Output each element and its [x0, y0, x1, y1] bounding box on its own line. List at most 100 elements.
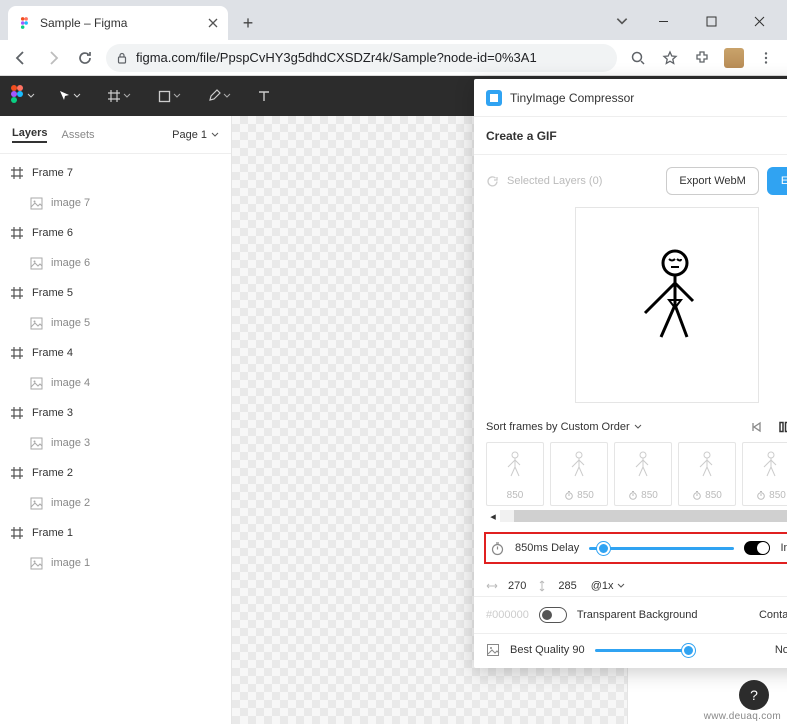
contain-images-dropdown[interactable]: Contain Images: [759, 609, 787, 621]
timer-icon: [628, 490, 638, 500]
transparent-bg-label: Transparent Background: [577, 609, 698, 621]
layers-tab[interactable]: Layers: [12, 127, 47, 143]
height-icon: [536, 580, 548, 592]
shape-tool-button[interactable]: [144, 76, 194, 116]
layer-frame-row[interactable]: Frame 3: [0, 398, 231, 428]
tab-close-icon[interactable]: [208, 18, 218, 28]
window-close-button[interactable]: [737, 7, 781, 35]
text-tool-button[interactable]: [244, 76, 284, 116]
layer-image-row[interactable]: image 4: [0, 368, 231, 398]
stick-figure-icon: [504, 449, 526, 483]
thumb-scrollbar[interactable]: [500, 510, 787, 522]
chevron-down-icon: [173, 92, 181, 100]
text-icon: [257, 89, 271, 103]
layer-image-row[interactable]: image 3: [0, 428, 231, 458]
tab-overflow-icon[interactable]: [615, 14, 629, 28]
timer-icon: [756, 490, 766, 500]
frame-icon: [10, 346, 24, 360]
scale-dropdown[interactable]: @1x: [591, 580, 625, 592]
layer-image-row[interactable]: image 7: [0, 188, 231, 218]
layer-frame-row[interactable]: Frame 7: [0, 158, 231, 188]
frame-icon: [10, 166, 24, 180]
extensions-icon[interactable]: [687, 43, 717, 73]
frame-thumbnail[interactable]: 850: [678, 442, 736, 506]
zoom-search-icon[interactable]: [623, 43, 653, 73]
image-icon: [30, 497, 43, 510]
layer-frame-row[interactable]: Frame 2: [0, 458, 231, 488]
layer-image-row[interactable]: image 5: [0, 308, 231, 338]
profile-avatar[interactable]: [719, 43, 749, 73]
timer-icon: [692, 490, 702, 500]
layer-image-row[interactable]: image 1: [0, 548, 231, 578]
stick-figure-icon: [627, 245, 707, 365]
width-input[interactable]: 270: [508, 580, 526, 592]
chrome-menu-icon[interactable]: [751, 43, 781, 73]
new-tab-button[interactable]: +: [234, 9, 262, 37]
layer-frame-row[interactable]: Frame 6: [0, 218, 231, 248]
rectangle-icon: [158, 90, 171, 103]
sort-order-dropdown[interactable]: Sort frames by Custom Order: [486, 421, 642, 433]
timer-icon: [564, 490, 574, 500]
frame-thumbnail[interactable]: 850: [550, 442, 608, 506]
move-tool-button[interactable]: [44, 76, 94, 116]
tinyimage-modal: TinyImage Compressor Create a GIF Select…: [474, 79, 787, 668]
quality-label: Best Quality 90: [510, 644, 585, 656]
frame-thumbnail[interactable]: 850: [486, 442, 544, 506]
image-icon: [30, 557, 43, 570]
scroll-left-button[interactable]: ◂: [486, 510, 500, 523]
export-gif-button[interactable]: Export GIF: [767, 167, 787, 195]
refresh-icon[interactable]: [486, 175, 499, 188]
layer-image-row[interactable]: image 6: [0, 248, 231, 278]
image-icon: [30, 377, 43, 390]
frame-tool-button[interactable]: [94, 76, 144, 116]
window-maximize-button[interactable]: [689, 7, 733, 35]
export-webm-button[interactable]: Export WebM: [666, 167, 758, 195]
quality-slider[interactable]: [595, 642, 695, 658]
frame-icon: [10, 406, 24, 420]
image-icon: [486, 643, 500, 657]
frame-icon: [10, 526, 24, 540]
width-icon: [486, 580, 498, 592]
infinite-label: Infinite: [780, 542, 787, 554]
infinite-toggle[interactable]: [744, 541, 770, 555]
skip-back-icon[interactable]: [749, 420, 763, 434]
stick-figure-icon: [632, 449, 654, 483]
modal-title: TinyImage Compressor: [510, 91, 787, 105]
frame-icon: [107, 89, 121, 103]
dithering-dropdown[interactable]: No Dithering: [775, 644, 787, 656]
layer-image-row[interactable]: image 2: [0, 488, 231, 518]
chevron-down-icon: [211, 131, 219, 139]
nav-reload-button[interactable]: [70, 43, 100, 73]
frame-icon: [10, 226, 24, 240]
pause-icon[interactable]: [777, 420, 787, 434]
delay-value[interactable]: 850ms Delay: [515, 542, 579, 554]
bookmark-icon[interactable]: [655, 43, 685, 73]
cursor-icon: [58, 90, 71, 103]
layer-frame-row[interactable]: Frame 4: [0, 338, 231, 368]
nav-back-button[interactable]: [6, 43, 36, 73]
delay-settings-highlight: 850ms Delay Infinite 1: [484, 532, 787, 564]
frame-thumbnail[interactable]: 850: [742, 442, 787, 506]
chevron-down-icon: [634, 423, 642, 431]
frame-thumbnail[interactable]: 850: [614, 442, 672, 506]
page-selector[interactable]: Page 1: [172, 129, 219, 141]
figma-menu-button[interactable]: [0, 76, 44, 116]
browser-tab-title: Sample – Figma: [40, 16, 200, 30]
chevron-down-icon: [223, 92, 231, 100]
bg-color-input[interactable]: #000000: [486, 609, 529, 621]
assets-tab[interactable]: Assets: [61, 129, 94, 141]
modal-subtitle: Create a GIF: [486, 129, 787, 143]
image-icon: [30, 257, 43, 270]
transparent-bg-toggle[interactable]: [539, 607, 567, 623]
layer-frame-row[interactable]: Frame 1: [0, 518, 231, 548]
image-icon: [30, 437, 43, 450]
delay-slider[interactable]: [589, 540, 734, 556]
layer-frame-row[interactable]: Frame 5: [0, 278, 231, 308]
address-bar[interactable]: figma.com/file/PpspCvHY3g5dhdCXSDZr4k/Sa…: [106, 44, 617, 72]
window-minimize-button[interactable]: [641, 7, 685, 35]
chevron-down-icon: [123, 92, 131, 100]
help-button[interactable]: ?: [739, 680, 769, 710]
browser-tab[interactable]: Sample – Figma: [8, 6, 228, 40]
pen-tool-button[interactable]: [194, 76, 244, 116]
height-input[interactable]: 285: [558, 580, 576, 592]
